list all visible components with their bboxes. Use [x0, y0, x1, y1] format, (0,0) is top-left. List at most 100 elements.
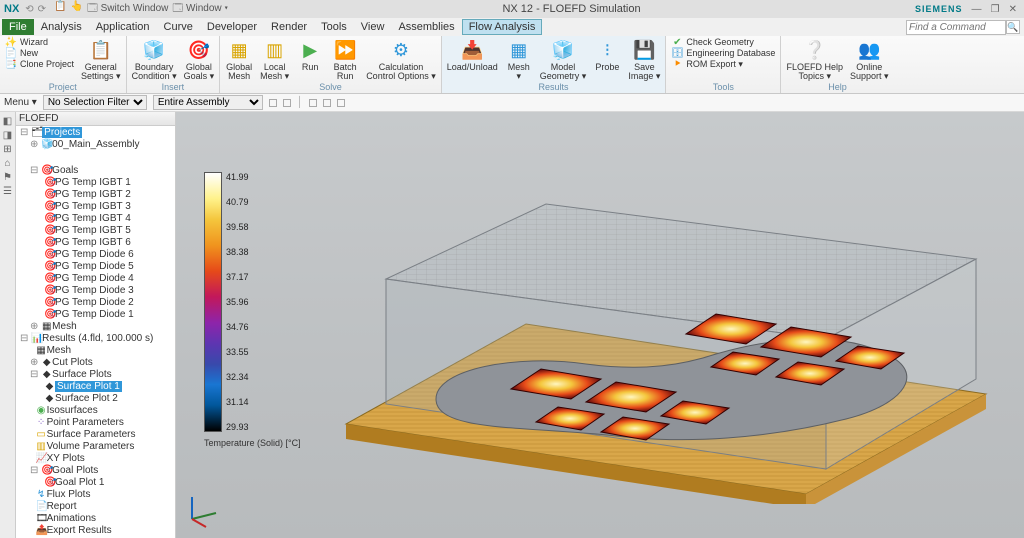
tree-node-flux-plots[interactable]: ↯Flux Plots — [16, 488, 175, 500]
tree-goal-item[interactable]: 🎯PG Temp IGBT 6 — [16, 236, 175, 248]
tree-goal-item[interactable]: 🎯PG Temp Diode 2 — [16, 296, 175, 308]
tree-node-results-mesh[interactable]: ▦Mesh — [16, 344, 175, 356]
help-topics-button[interactable]: ❔FLOEFD Help Topics ▾ — [784, 37, 845, 82]
tree-node-isosurfaces[interactable]: ◉Isosurfaces — [16, 404, 175, 416]
global-goals-button[interactable]: 🎯Global Goals ▾ — [182, 37, 217, 82]
tree-node-point-params[interactable]: ⁘Point Parameters — [16, 416, 175, 428]
load-unload-button[interactable]: 📥Load/Unload — [445, 37, 500, 73]
minimize-button[interactable]: — — [972, 4, 982, 15]
tree-node-projects[interactable]: ⊟ 🗂Projects — [16, 126, 175, 138]
tab-curve[interactable]: Curve — [157, 19, 200, 35]
tree-node-surface-params[interactable]: ▭Surface Parameters — [16, 428, 175, 440]
touch-icon[interactable]: 👆 — [71, 1, 83, 18]
tree-goal-item[interactable]: 🎯PG Temp Diode 4 — [16, 272, 175, 284]
tree-node-main-assembly[interactable]: ⊕ 🧊00_Main_Assembly — [16, 138, 175, 150]
redo-icon[interactable]: ⟳ — [38, 4, 46, 15]
tree-node-goal-plots[interactable]: ⊟ 🎯Goal Plots — [16, 464, 175, 476]
results-mesh-button[interactable]: ▦Mesh ▾ — [503, 37, 535, 82]
dock-tab-icon[interactable]: ⚑ — [3, 172, 12, 183]
tab-tools[interactable]: Tools — [314, 19, 354, 35]
window-controls: — ❐ ✕ — [969, 3, 1020, 15]
filter-chip-icon[interactable] — [337, 99, 345, 107]
command-search-input[interactable] — [906, 20, 1006, 35]
filter-chip-icon[interactable] — [309, 99, 317, 107]
tree-node-goals[interactable]: ⊟ 🎯Goals — [16, 164, 175, 176]
tree-node-surface-plots[interactable]: ⊟ ◆Surface Plots — [16, 368, 175, 380]
feature-tree[interactable]: FLOEFD ⊟ 🗂Projects ⊕ 🧊00_Main_Assembly ⊟… — [16, 112, 176, 538]
model-geometry-button[interactable]: 🧊Model Geometry ▾ — [538, 37, 589, 82]
tree-node-goal-plot-1[interactable]: 🎯Goal Plot 1 — [16, 476, 175, 488]
search-icon[interactable]: 🔍 — [1006, 20, 1020, 34]
selection-bar: Menu ▾ No Selection Filter Entire Assemb… — [0, 94, 1024, 112]
tree-node-xy-plots[interactable]: 📈XY Plots — [16, 452, 175, 464]
tree-goal-item[interactable]: 🎯PG Temp IGBT 4 — [16, 212, 175, 224]
legend-tick: 39.58 — [226, 222, 249, 232]
legend-tick: 31.14 — [226, 397, 249, 407]
assembly-scope-dropdown[interactable]: Entire Assembly — [153, 95, 263, 110]
tree-goal-item[interactable]: 🎯PG Temp Diode 1 — [16, 308, 175, 320]
general-settings-button[interactable]: 📋General Settings ▾ — [79, 37, 123, 82]
tab-assemblies[interactable]: Assemblies — [391, 19, 461, 35]
dock-tab-icon[interactable]: ☰ — [3, 186, 12, 197]
window-menu-button[interactable]: 🗔 Window ▾ — [172, 1, 228, 18]
menu-dropdown[interactable]: Menu ▾ — [4, 97, 37, 108]
probe-button[interactable]: ⁝Probe — [591, 37, 623, 73]
eng-database-button[interactable]: 🗄Engineering Database — [669, 48, 777, 58]
tree-goal-item[interactable]: 🎯PG Temp IGBT 1 — [16, 176, 175, 188]
rom-export-button[interactable]: ⯈ROM Export ▾ — [669, 59, 777, 70]
tab-analysis[interactable]: Analysis — [34, 19, 89, 35]
tree-node-cut-plots[interactable]: ⊕ ◆Cut Plots — [16, 356, 175, 368]
tab-render[interactable]: Render — [264, 19, 314, 35]
tree-node-surface-plot-2[interactable]: ◆Surface Plot 2 — [16, 392, 175, 404]
left-dock: ◧ ◨ ⊞ ⌂ ⚑ ☰ — [0, 112, 16, 538]
tab-view[interactable]: View — [354, 19, 392, 35]
tree-node-animations[interactable]: 🎞Animations — [16, 512, 175, 524]
filter-chip-icon[interactable] — [323, 99, 331, 107]
tab-file[interactable]: File — [2, 19, 34, 35]
global-mesh-button[interactable]: ▦Global Mesh — [223, 37, 255, 82]
dock-tab-icon[interactable]: ⊞ — [3, 144, 11, 155]
tree-node-export-results[interactable]: 📤Export Results — [16, 524, 175, 536]
tree-goal-item[interactable]: 🎯PG Temp Diode 6 — [16, 248, 175, 260]
tab-developer[interactable]: Developer — [200, 19, 264, 35]
clone-project-button[interactable]: 📑Clone Project — [3, 59, 76, 69]
calc-options-button[interactable]: ⚙Calculation Control Options ▾ — [364, 37, 438, 82]
dock-tab-icon[interactable]: ◧ — [3, 116, 12, 127]
tree-node-surface-plot-1[interactable]: ◆Surface Plot 1 — [16, 380, 175, 392]
new-button[interactable]: 📄New — [3, 48, 76, 58]
filter-chip-icon[interactable] — [283, 99, 291, 107]
wizard-button[interactable]: ✨Wizard — [3, 37, 76, 47]
boundary-condition-button[interactable]: 🧊Boundary Condition ▾ — [130, 37, 179, 82]
restore-button[interactable]: ❐ — [991, 4, 1000, 15]
batch-run-button[interactable]: ⏩Batch Run — [329, 37, 361, 82]
tree-node-volume-params[interactable]: ▥Volume Parameters — [16, 440, 175, 452]
tab-application[interactable]: Application — [89, 19, 157, 35]
filter-chip-icon[interactable] — [269, 99, 277, 107]
dock-tab-icon[interactable]: ◨ — [3, 130, 12, 141]
check-geometry-button[interactable]: ✔Check Geometry — [669, 37, 777, 47]
tree-goal-item[interactable]: 🎯PG Temp IGBT 3 — [16, 200, 175, 212]
run-button[interactable]: ▶Run — [294, 37, 326, 73]
3d-viewport[interactable]: 41.99 40.79 39.58 38.38 37.17 35.96 34.7… — [176, 112, 1024, 538]
tree-node-report[interactable]: 📄Report — [16, 500, 175, 512]
menu-bar: File Analysis Application Curve Develope… — [0, 18, 1024, 36]
selection-filter-dropdown[interactable]: No Selection Filter — [43, 95, 147, 110]
online-support-button[interactable]: 👥Online Support ▾ — [848, 37, 891, 82]
paste-icon[interactable]: 📋 — [54, 1, 66, 18]
save-image-button[interactable]: 💾Save Image ▾ — [626, 37, 662, 82]
tab-flow-analysis[interactable]: Flow Analysis — [462, 19, 543, 35]
tree-goal-item[interactable]: 🎯PG Temp IGBT 5 — [16, 224, 175, 236]
local-mesh-button[interactable]: ▥Local Mesh ▾ — [258, 37, 291, 82]
tree-goal-item[interactable]: 🎯PG Temp Diode 3 — [16, 284, 175, 296]
undo-icon[interactable]: ⟲ — [25, 4, 33, 15]
view-triad[interactable] — [182, 489, 222, 532]
dock-tab-icon[interactable]: ⌂ — [4, 158, 10, 169]
ribbon-group-help: ❔FLOEFD Help Topics ▾ 👥Online Support ▾ … — [781, 36, 893, 93]
tree-node-mesh[interactable]: ⊕ ▦Mesh — [16, 320, 175, 332]
close-button[interactable]: ✕ — [1009, 4, 1017, 15]
tree-goal-item[interactable]: 🎯PG Temp IGBT 2 — [16, 188, 175, 200]
switch-window-button[interactable]: 🗔 Switch Window — [87, 1, 168, 18]
tree-node-results[interactable]: ⊟ 📊Results (4.fld, 100.000 s) — [16, 332, 175, 344]
tree-goal-item[interactable]: 🎯PG Temp Diode 5 — [16, 260, 175, 272]
legend-tick: 38.38 — [226, 247, 249, 257]
